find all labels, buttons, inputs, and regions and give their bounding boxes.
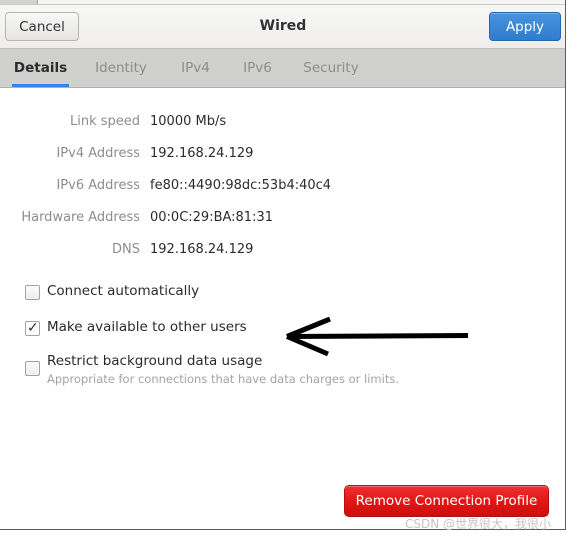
detail-value: fe80::4490:98dc:53b4:40c4 [150, 178, 332, 193]
window-tab-fragment [0, 0, 38, 4]
detail-label: Link speed [69, 114, 140, 129]
detail-label: IPv4 Address [56, 146, 140, 161]
check-mark-icon: ✓ [27, 320, 39, 336]
option-label: Connect automatically [47, 283, 200, 299]
checkbox-connect-automatically[interactable] [25, 285, 40, 300]
detail-value: 10000 Mb/s [150, 114, 227, 129]
tab-ipv6[interactable]: IPv6 [240, 49, 275, 87]
option-label: Make available to other users [47, 319, 247, 335]
tab-ipv4[interactable]: IPv4 [178, 49, 213, 87]
left-arrow-annotation [286, 317, 469, 357]
tab-details[interactable]: Details [12, 49, 69, 87]
tab-security[interactable]: Security [298, 49, 364, 87]
detail-label: Hardware Address [21, 210, 140, 225]
checkbox-make-available-to-other-users[interactable]: ✓ [25, 320, 40, 336]
option-label: Restrict background data usage [47, 353, 263, 369]
remove-connection-profile-button[interactable]: Remove Connection Profile [344, 485, 549, 517]
network-settings-dialog: Cancel Wired Apply Details Identity IPv4… [0, 0, 566, 530]
apply-button[interactable]: Apply [489, 12, 561, 41]
checkbox-restrict-background-data-usage[interactable] [25, 361, 40, 376]
detail-value: 00:0C:29:BA:81:31 [150, 210, 273, 225]
detail-label: DNS [112, 242, 140, 257]
page-title: Wired [259, 18, 307, 34]
tab-bar: Details Identity IPv4 IPv6 Security [0, 49, 565, 88]
option-description: Appropriate for connections that have da… [47, 372, 399, 386]
detail-value: 192.168.24.129 [150, 146, 254, 161]
watermark-text: CSDN @世界很大，我很小 [405, 517, 552, 531]
details-panel: Link speed 10000 Mb/s IPv4 Address 192.1… [0, 89, 565, 529]
tab-identity[interactable]: Identity [90, 49, 152, 87]
detail-label: IPv6 Address [56, 178, 140, 193]
detail-value: 192.168.24.129 [150, 242, 254, 257]
dialog-header-bar: Cancel Wired Apply [0, 5, 565, 49]
